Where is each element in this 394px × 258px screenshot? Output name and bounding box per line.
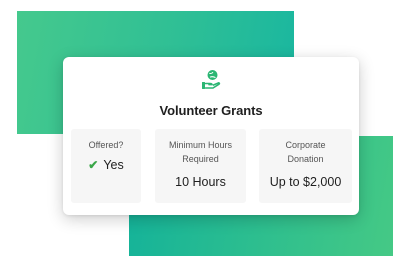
- corporate-donation-label: Corporate Donation: [259, 138, 352, 166]
- card-title: Volunteer Grants: [159, 103, 263, 118]
- volunteer-grants-card: Volunteer Grants Offered? ✔ Yes Minimum H…: [63, 57, 359, 215]
- checkmark-icon: ✔: [88, 158, 99, 172]
- offered-value: ✔ Yes: [71, 158, 141, 172]
- offered-label-line: Offered?: [88, 140, 124, 150]
- minimum-hours-label-line-1: Minimum Hours: [168, 140, 232, 150]
- minimum-hours-label-line-2: Required: [182, 154, 219, 164]
- corporate-donation-label-line-1: Corporate: [285, 140, 326, 150]
- corporate-donation-column: Corporate Donation Up to $2,000: [259, 129, 352, 203]
- corporate-donation-label-line-2: Donation: [287, 154, 324, 164]
- offered-label: Offered?: [71, 138, 141, 152]
- offered-value-text: Yes: [103, 158, 124, 172]
- hand-globe-icon: [199, 68, 223, 92]
- minimum-hours-column: Minimum Hours Required 10 Hours: [155, 129, 246, 203]
- minimum-hours-label: Minimum Hours Required: [155, 138, 246, 166]
- corporate-donation-value: Up to $2,000: [269, 175, 342, 189]
- minimum-hours-value: 10 Hours: [175, 175, 226, 189]
- offered-column: Offered? ✔ Yes: [71, 129, 141, 203]
